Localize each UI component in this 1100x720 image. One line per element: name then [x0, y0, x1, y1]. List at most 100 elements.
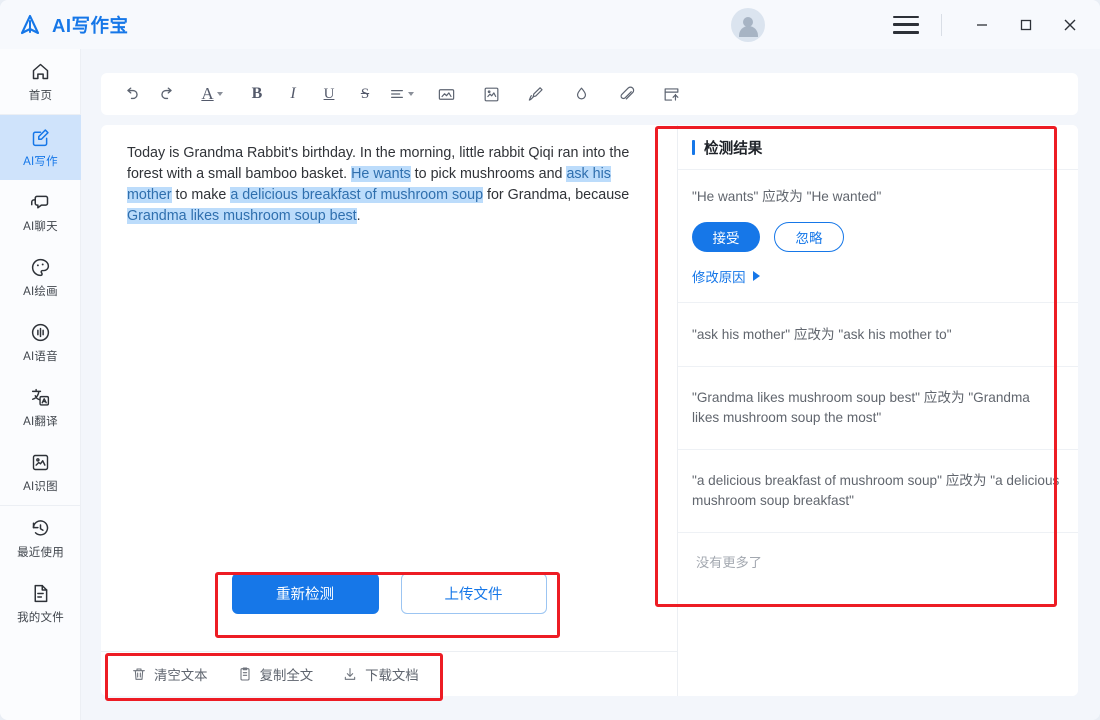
document-editor[interactable]: Today is Grandma Rabbit's birthday. In t…: [101, 125, 677, 650]
control-divider: [941, 13, 942, 36]
workspace: A B I U S Today is Grandma Rabbit's birt…: [81, 49, 1100, 720]
result-text: "He wants" 应改为 "He wanted": [692, 189, 882, 204]
results-header: 检测结果: [678, 125, 1078, 170]
sidebar-item-label: 最近使用: [17, 546, 64, 559]
sidebar-item-ai-drawing[interactable]: AI绘画: [0, 245, 81, 310]
strikethrough-icon[interactable]: S: [349, 78, 381, 110]
app-title: AI写作宝: [52, 14, 129, 36]
hamburger-menu-icon[interactable]: [893, 15, 919, 34]
font-color-icon[interactable]: A: [196, 78, 228, 110]
highlight-icon[interactable]: [565, 78, 597, 110]
image-frame-icon[interactable]: [475, 78, 507, 110]
sidebar-item-label: AI识图: [23, 480, 58, 493]
undo-icon[interactable]: [115, 78, 147, 110]
download-doc-label: 下载文档: [365, 668, 419, 683]
sidebar-item-label: 首页: [28, 89, 53, 102]
home-icon: [32, 63, 49, 79]
results-end-label: 没有更多了: [696, 555, 762, 570]
download-doc-button[interactable]: 下载文档: [342, 664, 419, 684]
sidebar-item-my-files[interactable]: 我的文件: [0, 571, 81, 636]
trash-icon: [133, 668, 145, 680]
detection-results-panel: 检测结果 "He wants" 应改为 "He wanted" 接受 忽略 修改…: [678, 125, 1078, 696]
window-controls: [893, 0, 1100, 49]
close-icon[interactable]: [1048, 5, 1092, 45]
chat-bubble-icon: [31, 195, 49, 208]
main-panel: Today is Grandma Rabbit's birthday. In t…: [101, 125, 1078, 696]
copy-all-button[interactable]: 复制全文: [237, 664, 314, 684]
result-item[interactable]: "a delicious breakfast of mushroom soup"…: [678, 450, 1078, 533]
result-text: "ask his mother" 应改为 "ask his mother to": [692, 327, 952, 342]
chevron-right-icon: [752, 271, 760, 281]
text-segment-highlight[interactable]: Grandma likes mushroom soup best: [127, 208, 357, 224]
sidebar-item-ai-writing[interactable]: AI写作: [0, 115, 81, 180]
recheck-button[interactable]: 重新检测: [231, 573, 379, 614]
clear-text-label: 清空文本: [154, 668, 208, 683]
font-color-letter: A: [201, 84, 214, 103]
sidebar-item-label: AI语音: [23, 350, 58, 363]
results-accent-bar: [692, 139, 695, 155]
sidebar: 首页 AI写作 AI聊天 AI绘画 AI语音 AI翻译 AI识图 最近使用 我的…: [0, 49, 81, 720]
image-recognize-icon: [32, 454, 49, 470]
title-bar: AI写作宝: [0, 0, 1100, 49]
sidebar-item-ai-image-recognition[interactable]: AI识图: [0, 440, 81, 505]
audio-wave-icon: [31, 323, 50, 341]
attachment-icon[interactable]: [610, 78, 642, 110]
align-icon[interactable]: [385, 78, 417, 110]
upload-file-button[interactable]: 上传文件: [400, 573, 547, 614]
sidebar-item-ai-chat[interactable]: AI聊天: [0, 180, 81, 245]
bold-letter: B: [251, 85, 263, 102]
text-segment-highlight[interactable]: a delicious breakfast of mushroom soup: [230, 187, 484, 203]
maximize-icon[interactable]: [1004, 5, 1048, 45]
redo-icon[interactable]: [151, 78, 183, 110]
sidebar-item-label: AI翻译: [23, 415, 58, 428]
translate-icon: [31, 388, 50, 406]
text-segment-highlight[interactable]: He wants: [351, 166, 411, 182]
chevron-down-icon: [216, 92, 223, 96]
result-item[interactable]: "ask his mother" 应改为 "ask his mother to": [678, 303, 1078, 367]
chevron-down-icon: [407, 92, 414, 96]
sidebar-item-ai-voice[interactable]: AI语音: [0, 310, 81, 375]
sidebar-item-home[interactable]: 首页: [0, 49, 81, 114]
insert-doc-icon[interactable]: [655, 78, 687, 110]
editor-action-row: 重新检测 上传文件: [101, 573, 677, 614]
ignore-button[interactable]: 忽略: [774, 222, 844, 252]
document-text[interactable]: Today is Grandma Rabbit's birthday. In t…: [127, 143, 655, 227]
underline-letter: U: [323, 85, 335, 102]
accept-button[interactable]: 接受: [692, 222, 760, 252]
download-icon: [344, 668, 356, 680]
user-avatar[interactable]: [731, 8, 765, 42]
application-window: AI写作宝 首页 AI写作 AI聊天 AI绘画 AI语音 AI翻译 AI识图 最…: [0, 0, 1100, 720]
sidebar-item-ai-translate[interactable]: AI翻译: [0, 375, 81, 440]
sidebar-item-recent[interactable]: 最近使用: [0, 506, 81, 571]
result-text: "Grandma likes mushroom soup best" 应改为 "…: [692, 390, 1030, 425]
sidebar-item-label: 我的文件: [17, 611, 64, 624]
copy-all-label: 复制全文: [259, 668, 314, 683]
italic-letter: I: [290, 85, 296, 102]
bold-icon[interactable]: B: [241, 78, 273, 110]
sidebar-item-label: AI写作: [23, 155, 58, 168]
footer-action-group: 清空文本 复制全文 下载文档: [131, 664, 448, 684]
minimize-icon[interactable]: [960, 5, 1004, 45]
modify-reason-toggle[interactable]: 修改原因: [692, 266, 1060, 286]
result-actions: 接受 忽略: [692, 222, 1060, 252]
strikethrough-letter: S: [360, 85, 370, 102]
result-item[interactable]: "Grandma likes mushroom soup best" 应改为 "…: [678, 367, 1078, 450]
text-segment: for Grandma, because: [483, 187, 630, 203]
text-segment: to pick mushrooms and: [410, 166, 567, 182]
avatar-body-icon: [738, 26, 758, 37]
results-title: 检测结果: [704, 140, 763, 157]
sidebar-item-label: AI绘画: [23, 285, 58, 298]
ai-writing-logo-icon: [17, 12, 43, 38]
modify-reason-label: 修改原因: [692, 270, 746, 285]
clear-text-button[interactable]: 清空文本: [131, 664, 208, 684]
clipboard-icon: [240, 667, 250, 681]
underline-icon[interactable]: U: [313, 78, 345, 110]
italic-icon[interactable]: I: [277, 78, 309, 110]
insert-image-icon[interactable]: [430, 78, 462, 110]
document-icon: [34, 584, 48, 602]
result-text: "a delicious breakfast of mushroom soup"…: [692, 473, 1060, 508]
brush-icon[interactable]: [520, 78, 552, 110]
result-item[interactable]: "He wants" 应改为 "He wanted" 接受 忽略 修改原因: [678, 170, 1078, 303]
editor-toolbar: A B I U S: [101, 73, 1078, 115]
text-segment: to make: [171, 187, 231, 203]
